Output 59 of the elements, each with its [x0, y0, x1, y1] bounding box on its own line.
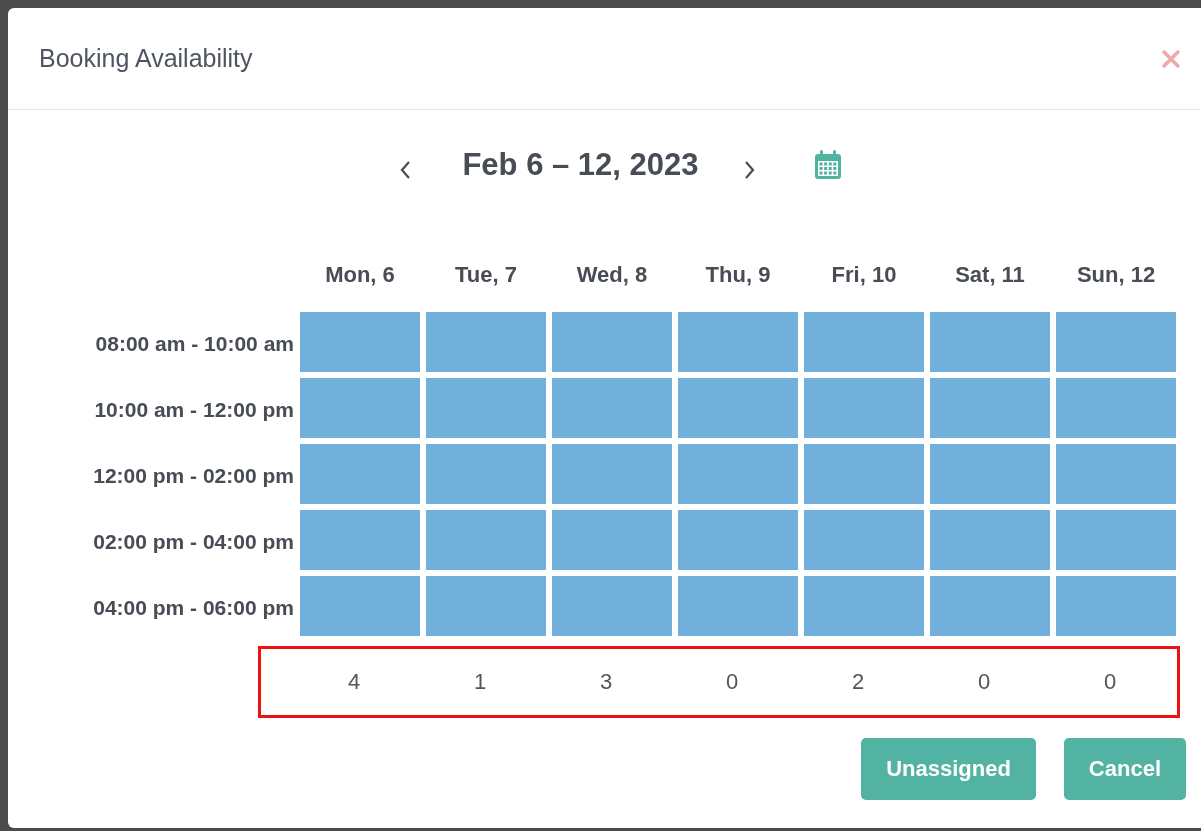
time-slot-label: 08:00 am - 10:00 am	[94, 332, 294, 356]
day-total: 3	[598, 669, 614, 695]
time-slot[interactable]	[1056, 576, 1176, 636]
day-header: Thu, 9	[704, 262, 772, 288]
time-slot[interactable]	[1056, 378, 1176, 438]
day-total: 0	[724, 669, 740, 695]
time-slot[interactable]	[678, 510, 798, 570]
time-slot[interactable]	[426, 312, 546, 372]
time-slot-label: 12:00 pm - 02:00 pm	[92, 464, 294, 488]
day-total: 1	[472, 669, 488, 695]
time-slot[interactable]	[804, 576, 924, 636]
time-slot[interactable]	[930, 444, 1050, 504]
time-slot[interactable]	[552, 576, 672, 636]
time-slot[interactable]	[300, 576, 420, 636]
unassigned-button[interactable]: Unassigned	[861, 738, 1036, 800]
time-slot[interactable]	[930, 510, 1050, 570]
time-slot[interactable]	[930, 576, 1050, 636]
time-slot[interactable]	[552, 312, 672, 372]
time-slot[interactable]	[1056, 312, 1176, 372]
cancel-button[interactable]: Cancel	[1063, 738, 1186, 800]
day-total: 4	[346, 669, 362, 695]
time-slot[interactable]	[930, 312, 1050, 372]
time-slot[interactable]	[300, 312, 420, 372]
time-slot-label: 02:00 pm - 04:00 pm	[92, 530, 294, 554]
time-slot[interactable]	[678, 312, 798, 372]
time-slot-label: 10:00 am - 12:00 pm	[93, 398, 294, 422]
time-slot[interactable]	[552, 444, 672, 504]
time-slot-label: 04:00 pm - 06:00 pm	[92, 596, 294, 620]
day-total: 2	[850, 669, 866, 695]
time-slot[interactable]	[300, 510, 420, 570]
time-slot[interactable]	[552, 378, 672, 438]
time-slot[interactable]	[804, 378, 924, 438]
day-total: 0	[1102, 669, 1118, 695]
time-slot[interactable]	[1056, 444, 1176, 504]
day-header: Sun, 12	[1075, 262, 1157, 288]
time-slot[interactable]	[678, 444, 798, 504]
time-slot[interactable]	[426, 378, 546, 438]
time-slot[interactable]	[804, 444, 924, 504]
time-slot[interactable]	[1056, 510, 1176, 570]
time-slot[interactable]	[426, 510, 546, 570]
day-header: Fri, 10	[830, 262, 898, 288]
time-slot[interactable]	[552, 510, 672, 570]
day-header: Sat, 11	[954, 262, 1026, 288]
day-header: Wed, 8	[575, 262, 649, 288]
time-slot[interactable]	[804, 312, 924, 372]
time-slot[interactable]	[426, 576, 546, 636]
time-slot[interactable]	[678, 576, 798, 636]
dialog-title: Booking Availability	[39, 44, 253, 73]
time-slot[interactable]	[300, 444, 420, 504]
time-slot[interactable]	[300, 378, 420, 438]
day-total: 0	[976, 669, 992, 695]
date-range: Feb 6 – 12, 2023	[462, 147, 699, 183]
time-slot[interactable]	[678, 378, 798, 438]
day-header: Mon, 6	[324, 262, 396, 288]
close-icon[interactable]	[1161, 48, 1181, 69]
time-slot[interactable]	[930, 378, 1050, 438]
day-header: Tue, 7	[454, 262, 518, 288]
time-slot[interactable]	[804, 510, 924, 570]
time-slot[interactable]	[426, 444, 546, 504]
